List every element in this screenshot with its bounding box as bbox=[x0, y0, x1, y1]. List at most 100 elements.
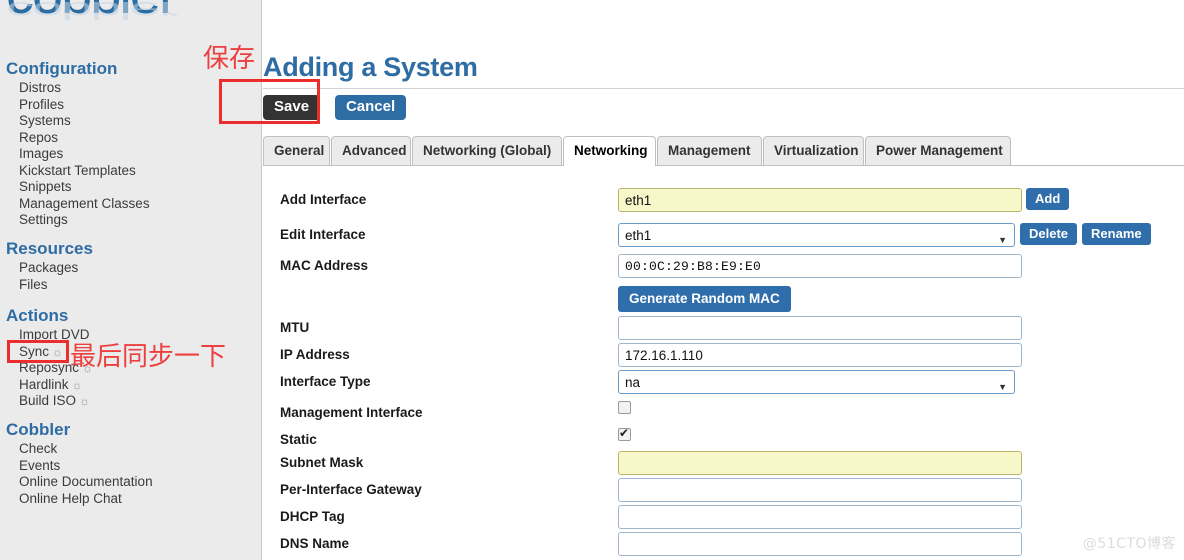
sidebar-item-label: Systems bbox=[19, 113, 71, 128]
sidebar-item-label: Packages bbox=[19, 260, 79, 275]
sidebar-item-label: Online Help Chat bbox=[19, 490, 122, 506]
delete-button[interactable]: Delete bbox=[1020, 223, 1078, 245]
tab-networking[interactable]: Networking bbox=[563, 136, 656, 166]
sidebar-item-label: Profiles bbox=[19, 96, 65, 112]
sidebar-item-profiles[interactable]: Profiles bbox=[0, 97, 262, 114]
gear-icon: ☼ bbox=[52, 344, 64, 359]
sidebar-item-label: Online Documentation bbox=[19, 474, 153, 489]
tab-virtualization[interactable]: Virtualization bbox=[763, 136, 864, 165]
sidebar-item-build-iso[interactable]: Build ISO ☼ bbox=[0, 393, 262, 410]
sidebar-item-label: Check bbox=[19, 441, 58, 456]
tab-label: Management bbox=[668, 143, 751, 158]
cancel-button[interactable]: Cancel bbox=[334, 95, 407, 120]
management-interface-checkbox[interactable] bbox=[618, 401, 631, 414]
sidebar-item-label: Management Classes bbox=[19, 195, 150, 211]
label-dns-name: DNS Name bbox=[280, 536, 350, 551]
sidebar-section-resources: Resources Packages Files bbox=[0, 238, 262, 293]
label-dhcp-tag: DHCP Tag bbox=[280, 509, 345, 524]
sidebar-item-kickstart-templates[interactable]: Kickstart Templates bbox=[0, 163, 262, 180]
sidebar-item-snippets[interactable]: Snippets bbox=[0, 179, 262, 196]
label-management-interface: Management Interface bbox=[280, 405, 423, 420]
sidebar-item-online-documentation[interactable]: Online Documentation bbox=[0, 474, 262, 491]
cobbler-logo[interactable]: cobbler cobbler bbox=[6, 0, 216, 44]
label-per-interface-gateway: Per-Interface Gateway bbox=[280, 482, 422, 497]
tab-label: Virtualization bbox=[774, 143, 859, 158]
save-annotation-text: 保存 bbox=[203, 44, 256, 74]
sidebar-item-check[interactable]: Check bbox=[0, 441, 262, 458]
save-button[interactable]: Save bbox=[263, 95, 321, 120]
sidebar-item-management-classes[interactable]: Management Classes bbox=[0, 196, 262, 213]
sidebar-item-packages[interactable]: Packages bbox=[0, 260, 262, 277]
tab-label: Networking bbox=[574, 143, 648, 158]
sidebar-item-label: Events bbox=[19, 457, 61, 473]
tab-management[interactable]: Management bbox=[657, 136, 762, 165]
edit-interface-select[interactable]: eth1 ▼ bbox=[618, 223, 1015, 247]
mtu-input[interactable] bbox=[618, 316, 1022, 340]
cobbler-web-page: cobbler cobbler ConfigurationDistrosProf… bbox=[0, 0, 1184, 560]
chevron-down-icon: ▼ bbox=[998, 235, 1007, 245]
generate-random-mac-button[interactable]: Generate Random MAC bbox=[618, 286, 791, 312]
sidebar: cobbler cobbler ConfigurationDistrosProf… bbox=[0, 0, 262, 560]
control-wrap-ip-address bbox=[618, 343, 1022, 367]
sidebar-item-settings[interactable]: Settings bbox=[0, 212, 262, 229]
control-wrap-dhcp-tag bbox=[618, 505, 1022, 529]
tab-power-management[interactable]: Power Management bbox=[865, 136, 1011, 165]
sidebar-item-label: Kickstart Templates bbox=[19, 162, 136, 178]
sidebar-item-repos[interactable]: Repos bbox=[0, 130, 262, 147]
sidebar-heading-actions: Actions bbox=[6, 306, 69, 325]
sidebar-item-online-help-chat[interactable]: Online Help Chat bbox=[0, 491, 262, 508]
edit-interface-selected-value: eth1 bbox=[625, 228, 652, 243]
tab-baseline bbox=[263, 165, 1184, 166]
add-button[interactable]: Add bbox=[1026, 188, 1070, 210]
watermark: @51CTO博客 bbox=[1082, 536, 1176, 552]
control-wrap-dns-name bbox=[618, 532, 1022, 556]
ip-address-input[interactable] bbox=[618, 343, 1022, 367]
control-wrap-mac-address bbox=[618, 254, 1022, 278]
sidebar-item-distros[interactable]: Distros bbox=[0, 80, 262, 97]
dns-name-input[interactable] bbox=[618, 532, 1022, 556]
form-action-buttons: Save Cancel bbox=[263, 95, 407, 121]
subnet-mask-input[interactable] bbox=[618, 451, 1022, 475]
static-checkbox[interactable] bbox=[618, 426, 631, 441]
tab-label: Power Management bbox=[876, 143, 1003, 158]
rename-button[interactable]: Rename bbox=[1082, 223, 1151, 245]
mac-address-input[interactable] bbox=[618, 254, 1022, 278]
label-static: Static bbox=[280, 432, 317, 447]
sidebar-item-images[interactable]: Images bbox=[0, 146, 262, 163]
sidebar-item-events[interactable]: Events bbox=[0, 458, 262, 475]
sidebar-section-cobbler: Cobbler Check Events Online Documentation On… bbox=[0, 419, 262, 507]
sidebar-section-configuration: Configuration Distros Profiles Systems Repos… bbox=[0, 58, 262, 229]
per-interface-gateway-input[interactable] bbox=[618, 478, 1022, 502]
sidebar-item-label: Files bbox=[19, 276, 48, 292]
tab-networking-global[interactable]: Networking (Global) bbox=[412, 136, 562, 165]
tab-bar: General Advanced Networking (Global) Networ… bbox=[263, 136, 1184, 166]
control-wrap-generate-random-mac: Generate Random MAC bbox=[618, 286, 791, 312]
label-interface-type: Interface Type bbox=[280, 374, 371, 389]
gear-icon: ☼ bbox=[79, 394, 91, 408]
gear-icon: ☼ bbox=[71, 377, 83, 392]
label-ip-address: IP Address bbox=[280, 347, 350, 362]
label-mtu: MTU bbox=[280, 320, 310, 335]
tab-advanced[interactable]: Advanced bbox=[331, 136, 411, 165]
sync-annotation-text: 最后同步一下 bbox=[70, 342, 227, 372]
sidebar-item-label: Images bbox=[19, 146, 64, 161]
tab-label: Advanced bbox=[342, 143, 407, 158]
dhcp-tag-input[interactable] bbox=[618, 505, 1022, 529]
sidebar-item-hardlink[interactable]: Hardlink ☼ bbox=[0, 377, 262, 394]
cobbler-logo-reflection: cobbler bbox=[6, 0, 176, 25]
interface-type-select[interactable]: na ▼ bbox=[618, 370, 1015, 394]
add-interface-input[interactable] bbox=[618, 188, 1022, 212]
sidebar-item-systems[interactable]: Systems bbox=[0, 113, 262, 130]
sidebar-item-label: Repos bbox=[19, 129, 59, 145]
chevron-down-icon: ▼ bbox=[998, 382, 1007, 392]
sidebar-item-files[interactable]: Files bbox=[0, 277, 262, 294]
control-wrap-interface-type: na ▼ bbox=[618, 370, 1015, 394]
main-content: Adding a System Save Cancel General Advan… bbox=[263, 0, 1184, 560]
tab-label: General bbox=[274, 143, 325, 158]
sidebar-heading-resources: Resources bbox=[6, 239, 93, 258]
control-wrap-edit-interface: eth1 ▼ Delete Rename bbox=[618, 223, 1151, 247]
sidebar-item-label: Distros bbox=[19, 80, 62, 95]
tab-general[interactable]: General bbox=[263, 136, 330, 165]
label-mac-address: MAC Address bbox=[280, 258, 369, 273]
sidebar-item-label: Settings bbox=[19, 212, 68, 227]
